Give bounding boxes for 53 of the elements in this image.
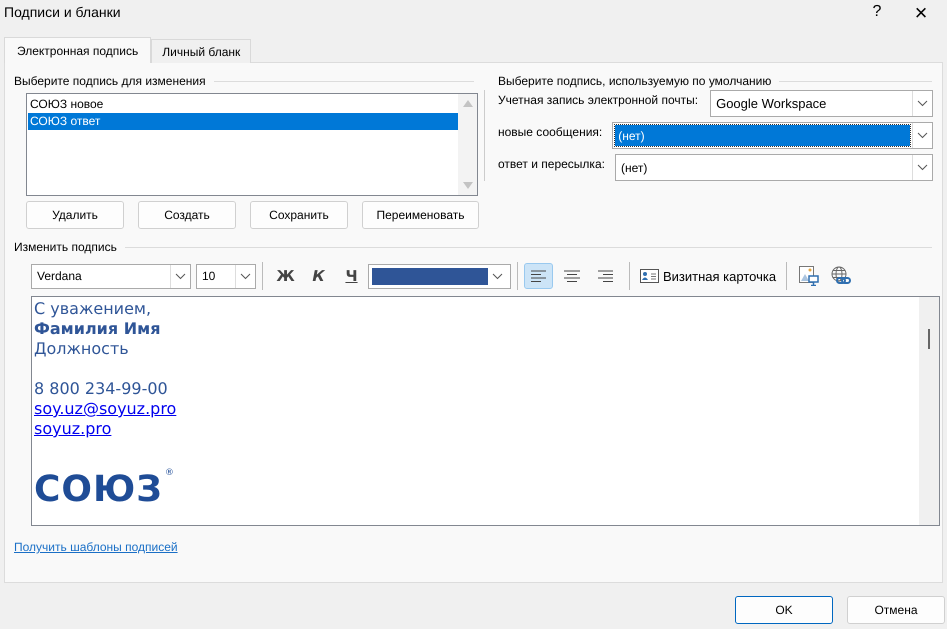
chevron-down-icon (175, 272, 186, 280)
action-button[interactable]: Переименовать (362, 201, 479, 229)
signature-text: Должность (34, 339, 130, 359)
help-button[interactable]: ? (855, 0, 899, 24)
signature-link[interactable]: soyuz.pro (34, 419, 112, 438)
tab[interactable]: Электронная подпись (4, 37, 152, 63)
company-logo: СОЮЗ$^{®}$ (34, 469, 175, 510)
signature-text: 8 800 234-99-00 (34, 379, 169, 399)
signature-text: С уважением, (34, 299, 152, 319)
contact-card-icon (640, 269, 659, 283)
dropdown[interactable]: Google Workspace (710, 90, 933, 117)
color-dropdown[interactable] (368, 264, 511, 288)
group-label: Изменить подпись (14, 240, 117, 254)
tab[interactable]: Личный бланк (151, 39, 252, 63)
underline-button[interactable]: Ч (335, 267, 368, 285)
scrollbar-thumb[interactable] (928, 329, 930, 349)
field-label: ответ и пересылка: (498, 156, 605, 171)
dropdown[interactable]: (нет) (614, 154, 933, 181)
signature-item[interactable]: СОЮЗ ответ (28, 113, 458, 130)
align-left-button[interactable] (524, 263, 553, 289)
dialog-button[interactable]: OK (735, 596, 833, 624)
close-button[interactable]: × (899, 0, 943, 24)
chevron-down-icon (917, 132, 928, 139)
templates-link[interactable]: Получить шаблоны подписей (14, 540, 178, 554)
chevron-down-icon (492, 272, 503, 280)
field-label: новые сообщения: (498, 124, 602, 139)
signature-link[interactable]: soy.uz@soyuz.pro (34, 399, 176, 418)
business-card-button[interactable]: Визитная карточка (636, 268, 780, 284)
signature-list[interactable]: СОЮЗ новое СОЮЗ ответ (26, 93, 478, 196)
align-left-icon (530, 270, 546, 282)
action-button[interactable]: Создать (138, 201, 236, 229)
dropdown[interactable]: (нет) (612, 122, 933, 149)
chevron-down-icon (240, 272, 251, 280)
italic-button[interactable]: К (302, 267, 335, 285)
signature-editor[interactable]: С уважением, Фамилия Имя Должность 8 800 234-99-00 soy.uz@soyuz.pro soyuz.pro СОЮЗ$^{®}$ (31, 296, 940, 526)
hyperlink-icon[interactable] (831, 266, 852, 286)
action-button[interactable]: Сохранить (250, 201, 348, 229)
dialog-button[interactable]: Отмена (847, 596, 945, 624)
align-center-icon (564, 270, 580, 282)
size-dropdown[interactable]: 10 (196, 264, 256, 288)
align-right-icon (596, 270, 612, 282)
chevron-down-icon (917, 100, 928, 107)
signature-item[interactable]: СОЮЗ новое (28, 96, 458, 113)
window-title: Подписи и бланки (4, 4, 122, 20)
signature-name: Фамилия Имя (34, 319, 162, 339)
picture-icon[interactable] (799, 266, 820, 286)
bold-button[interactable]: Ж (269, 267, 302, 285)
field-label: Учетная запись электронной почты: (498, 92, 698, 107)
chevron-down-icon (917, 164, 928, 171)
action-button[interactable]: Удалить (26, 201, 124, 229)
font-dropdown[interactable]: Verdana (31, 264, 191, 288)
group-label: Выберите подпись для изменения (14, 74, 206, 88)
group-label: Выберите подпись, используемую по умолчанию (498, 74, 772, 88)
